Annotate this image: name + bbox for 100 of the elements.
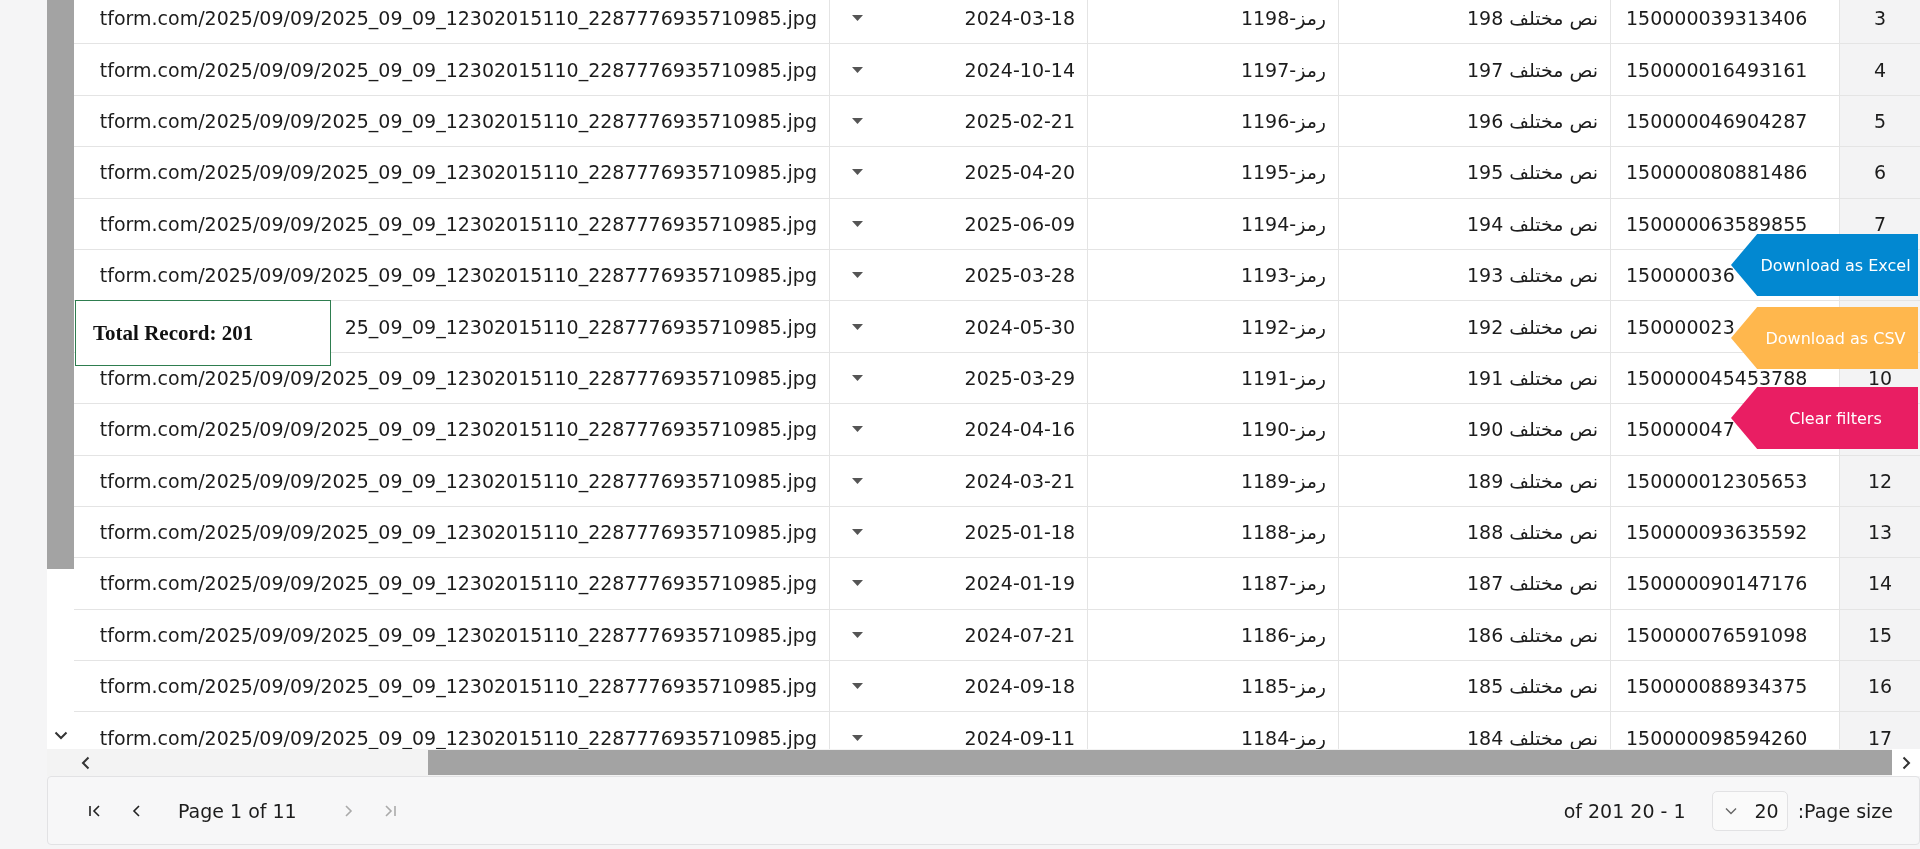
table-cell: نص مختلف 196 xyxy=(1466,109,1598,132)
table-cell: رمز-1192 xyxy=(1240,315,1326,338)
scrollbar-thumb[interactable] xyxy=(428,750,1892,775)
table-cell: نص مختلف 191 xyxy=(1466,366,1598,389)
caret-down-icon[interactable] xyxy=(852,529,863,536)
page-size-label: Page size: xyxy=(1797,799,1893,822)
table-cell: tform.com/2025/09/09/2025_09_09_12302015110_2287776935710985.jpg xyxy=(99,366,817,389)
table-cell: رمز-1197 xyxy=(1240,58,1326,81)
table-cell: tform.com/2025/09/09/2025_09_09_12302015110_2287776935710985.jpg xyxy=(99,572,817,595)
row-number: 17 xyxy=(1867,726,1893,749)
table-cell: رمز-1196 xyxy=(1240,109,1326,132)
table-cell: 2024-07-21 xyxy=(964,623,1075,646)
row-number: 5 xyxy=(1873,109,1887,132)
table-cell: رمز-1195 xyxy=(1240,161,1326,184)
table-cell: tform.com/2025/09/09/2025_09_09_12302015110_2287776935710985.jpg xyxy=(99,264,817,287)
caret-down-icon[interactable] xyxy=(852,631,863,638)
table-cell: 150000080881486 xyxy=(1626,161,1808,184)
table-cell: 2025-01-18 xyxy=(964,521,1075,544)
total-record-label: Total Record: 201 xyxy=(75,300,331,366)
caret-down-icon[interactable] xyxy=(852,374,863,381)
scrollbar-thumb[interactable] xyxy=(47,0,74,569)
row-number: 10 xyxy=(1867,366,1893,389)
row-number: 3 xyxy=(1873,7,1887,30)
table-cell: 2025-03-28 xyxy=(964,264,1075,287)
table-cell: رمز-1188 xyxy=(1240,521,1326,544)
caret-down-icon[interactable] xyxy=(852,220,863,227)
caret-down-icon[interactable] xyxy=(852,66,863,73)
table-cell: 25_09_09_12302015110_2287776935710985.jpg xyxy=(344,315,817,338)
table-cell: 150000039313406 xyxy=(1626,7,1808,30)
table-cell: tform.com/2025/09/09/2025_09_09_12302015110_2287776935710985.jpg xyxy=(99,58,817,81)
caret-down-icon[interactable] xyxy=(852,272,863,279)
table-cell: 2024-10-14 xyxy=(964,58,1075,81)
table-cell: رمز-1198 xyxy=(1240,7,1326,30)
table-cell: 150000090147176 xyxy=(1626,572,1808,595)
table-cell: رمز-1184 xyxy=(1240,726,1326,749)
table-cell: 2025-03-29 xyxy=(964,366,1075,389)
table-cell: tform.com/2025/09/09/2025_09_09_12302015110_2287776935710985.jpg xyxy=(99,418,817,441)
caret-down-icon[interactable] xyxy=(852,580,863,587)
chevron-right-icon[interactable] xyxy=(1901,755,1911,770)
table-cell: رمز-1190 xyxy=(1240,418,1326,441)
table-cell: 2024-04-16 xyxy=(964,418,1075,441)
caret-down-icon[interactable] xyxy=(852,15,863,22)
table-cell: 2024-09-18 xyxy=(964,675,1075,698)
table-cell: 150000012305653 xyxy=(1626,469,1808,492)
caret-down-icon[interactable] xyxy=(852,117,863,124)
table-cell: نص مختلف 185 xyxy=(1466,675,1598,698)
table-cell: نص مختلف 188 xyxy=(1466,521,1598,544)
table-cell: tform.com/2025/09/09/2025_09_09_12302015110_2287776935710985.jpg xyxy=(99,109,817,132)
row-number: 6 xyxy=(1873,161,1887,184)
table-cell: tform.com/2025/09/09/2025_09_09_12302015110_2287776935710985.jpg xyxy=(99,212,817,235)
table-cell: tform.com/2025/09/09/2025_09_09_12302015110_2287776935710985.jpg xyxy=(99,7,817,30)
table-cell: نص مختلف 193 xyxy=(1466,264,1598,287)
chevron-down-icon xyxy=(1724,806,1737,815)
caret-down-icon[interactable] xyxy=(852,323,863,330)
table-cell: 2024-01-19 xyxy=(964,572,1075,595)
table-cell: 150000076591098 xyxy=(1626,623,1808,646)
table-cell: نص مختلف 192 xyxy=(1466,315,1598,338)
table-cell: نص مختلف 195 xyxy=(1466,161,1598,184)
row-number: 16 xyxy=(1867,675,1893,698)
table-cell: tform.com/2025/09/09/2025_09_09_12302015110_2287776935710985.jpg xyxy=(99,623,817,646)
table-cell: tform.com/2025/09/09/2025_09_09_12302015110_2287776935710985.jpg xyxy=(99,469,817,492)
table-cell: 2024-03-21 xyxy=(964,469,1075,492)
vertical-scrollbar[interactable] xyxy=(47,0,74,749)
table-cell: 150000045453788 xyxy=(1626,366,1808,389)
table-cell: نص مختلف 194 xyxy=(1466,212,1598,235)
table-cell: 2024-09-11 xyxy=(964,726,1075,749)
chevron-left-icon[interactable] xyxy=(81,755,90,770)
caret-down-icon[interactable] xyxy=(852,734,863,741)
page-label: Page 1 of 11 xyxy=(178,799,297,822)
table-cell: رمز-1186 xyxy=(1240,623,1326,646)
row-number: 15 xyxy=(1867,623,1893,646)
table-cell: رمز-1193 xyxy=(1240,264,1326,287)
table-cell: نص مختلف 184 xyxy=(1466,726,1598,749)
table-cell: نص مختلف 197 xyxy=(1466,58,1598,81)
table-cell: 2024-03-18 xyxy=(964,7,1075,30)
page-size-select[interactable]: 20 xyxy=(1711,790,1788,831)
row-number: 14 xyxy=(1867,572,1893,595)
row-number: 4 xyxy=(1873,58,1887,81)
table-cell: 150000016493161 xyxy=(1626,58,1808,81)
table-cell: رمز-1185 xyxy=(1240,675,1326,698)
row-number: 13 xyxy=(1867,521,1893,544)
chevron-down-icon[interactable] xyxy=(53,731,68,740)
caret-down-icon[interactable] xyxy=(852,477,863,484)
table-cell: 2024-05-30 xyxy=(964,315,1075,338)
table-cell: نص مختلف 190 xyxy=(1466,418,1598,441)
table-cell: 150000088934375 xyxy=(1626,675,1808,698)
caret-down-icon[interactable] xyxy=(852,683,863,690)
table-cell: tform.com/2025/09/09/2025_09_09_12302015110_2287776935710985.jpg xyxy=(99,726,817,749)
table-cell: tform.com/2025/09/09/2025_09_09_12302015110_2287776935710985.jpg xyxy=(99,675,817,698)
table-cell: 150000046904287 xyxy=(1626,109,1808,132)
table-cell: نص مختلف 189 xyxy=(1466,469,1598,492)
table-cell: نص مختلف 187 xyxy=(1466,572,1598,595)
table-cell: رمز-1191 xyxy=(1240,366,1326,389)
caret-down-icon[interactable] xyxy=(852,426,863,433)
row-number: 12 xyxy=(1867,469,1893,492)
caret-down-icon[interactable] xyxy=(852,169,863,176)
table-cell: رمز-1194 xyxy=(1240,212,1326,235)
table-cell: نص مختلف 186 xyxy=(1466,623,1598,646)
table-cell: 150000098594260 xyxy=(1626,726,1808,749)
table-cell: 150000063589855 xyxy=(1626,212,1808,235)
